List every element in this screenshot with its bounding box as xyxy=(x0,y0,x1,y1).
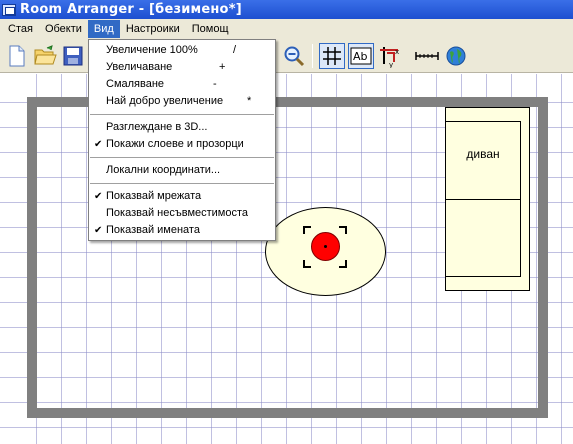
selection-handle[interactable] xyxy=(303,260,311,268)
new-file-button[interactable] xyxy=(4,43,30,69)
grid-icon xyxy=(323,47,341,65)
open-button[interactable] xyxy=(32,43,58,69)
menu-view[interactable]: Вид xyxy=(87,20,120,38)
floor-plan-canvas[interactable]: диван диван xyxy=(0,74,573,444)
menu-item-best-zoom[interactable]: Най добро увеличение * xyxy=(89,93,275,110)
title-bar: Room Arranger - [безимено*] xyxy=(0,0,573,19)
menu-item-show-layers[interactable]: ✔ Покажи слоеве и прозорци xyxy=(89,136,275,153)
menu-item-shortcut: / xyxy=(233,44,237,56)
object-center-dot xyxy=(324,245,327,248)
zoom-out-button[interactable] xyxy=(281,43,307,69)
menu-item-shortcut: + xyxy=(219,61,226,73)
selection-handle[interactable] xyxy=(339,226,347,234)
menu-item-label: Смаляване xyxy=(106,78,165,90)
window-title: Room Arranger - [безимено*] xyxy=(20,2,242,17)
checkmark-icon: ✔ xyxy=(94,225,103,236)
measure-button[interactable] xyxy=(414,43,440,69)
measure-icon xyxy=(415,52,439,60)
web-button[interactable] xyxy=(443,43,469,69)
selection-handle[interactable] xyxy=(303,226,311,234)
labels-toggle-button[interactable]: Ab xyxy=(348,43,374,69)
menu-settings[interactable]: Настроики xyxy=(120,20,186,38)
sofa-label: диван xyxy=(466,147,500,161)
svg-text:y: y xyxy=(389,61,393,68)
menu-separator xyxy=(90,157,274,158)
menu-separator xyxy=(90,114,274,115)
menu-item-show-grid[interactable]: ✔ Показвай мрежата xyxy=(89,188,275,205)
app-icon xyxy=(2,3,16,16)
coordinates-icon: x y xyxy=(380,47,399,68)
menu-bar: Стая Обекти Вид Настроики Помощ xyxy=(0,19,573,39)
menu-item-zoom-out[interactable]: Смаляване - xyxy=(89,76,275,93)
menu-item-zoom-100[interactable]: Увеличение 100% / xyxy=(89,42,275,59)
menu-item-label: Покажи слоеве и прозорци xyxy=(106,138,244,150)
menu-item-label: Най добро увеличение xyxy=(106,95,224,107)
menu-objects[interactable]: Обекти xyxy=(39,20,88,38)
menu-item-shortcut: - xyxy=(213,78,217,90)
menu-room[interactable]: Стая xyxy=(2,20,39,38)
svg-text:x: x xyxy=(395,48,399,56)
menu-item-label: Локални координати... xyxy=(106,164,221,176)
menu-item-label: Показвай несъвместимоста xyxy=(106,207,249,219)
menu-item-label: Разглеждане в 3D... xyxy=(106,121,208,133)
open-folder-icon xyxy=(34,45,57,65)
toolbar: Ab x y xyxy=(0,39,573,73)
menu-item-view-3d[interactable]: Разглеждане в 3D... xyxy=(89,119,275,136)
menu-item-shortcut: * xyxy=(247,95,252,107)
menu-item-show-incompatibility[interactable]: Показвай несъвместимоста xyxy=(89,205,275,222)
menu-item-show-names[interactable]: ✔ Показвай имената xyxy=(89,222,275,239)
new-file-icon xyxy=(9,45,25,67)
menu-help[interactable]: Помощ xyxy=(186,20,235,38)
sofa-seat[interactable]: диван xyxy=(445,121,521,277)
checkmark-icon: ✔ xyxy=(94,191,103,202)
menu-item-local-coordinates[interactable]: Локални координати... xyxy=(89,162,275,179)
grid-toggle-button[interactable] xyxy=(319,43,345,69)
checkmark-icon: ✔ xyxy=(94,139,103,150)
svg-text:Ab: Ab xyxy=(353,50,368,63)
save-button[interactable] xyxy=(60,43,86,69)
selection-handle[interactable] xyxy=(339,260,347,268)
sofa-divider xyxy=(446,199,520,200)
menu-item-label: Увеличаване xyxy=(106,61,173,73)
save-icon xyxy=(63,46,83,66)
menu-item-label: Показвай мрежата xyxy=(106,190,202,202)
menu-item-label: Показвай имената xyxy=(106,224,200,236)
labels-icon: Ab xyxy=(350,47,372,65)
toolbar-separator xyxy=(312,44,313,68)
menu-item-label: Увеличение 100% xyxy=(106,44,198,56)
zoom-out-icon xyxy=(284,46,305,67)
coordinates-button[interactable]: x y xyxy=(377,43,403,69)
globe-icon xyxy=(446,46,466,66)
view-menu-dropdown: Увеличение 100% / Увеличаване + Смаляван… xyxy=(88,39,276,241)
menu-item-zoom-in[interactable]: Увеличаване + xyxy=(89,59,275,76)
menu-separator xyxy=(90,183,274,184)
